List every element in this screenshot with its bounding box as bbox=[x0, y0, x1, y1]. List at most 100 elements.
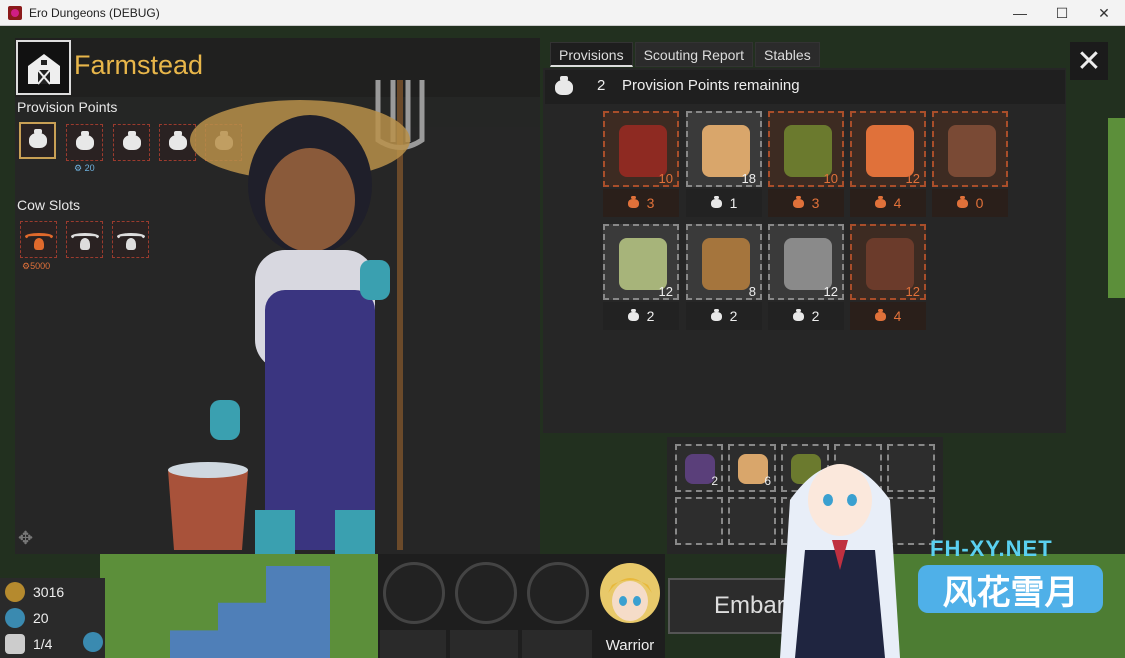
item-cost: 4 bbox=[850, 302, 926, 330]
mana-row: 20 bbox=[5, 608, 49, 628]
provision-item-jar[interactable]: 12 2 bbox=[603, 224, 679, 330]
provision-slot[interactable] bbox=[113, 124, 150, 161]
close-panel-button[interactable]: ✕ bbox=[1070, 42, 1108, 80]
milk-can-icon bbox=[948, 125, 996, 177]
sack-icon bbox=[792, 308, 804, 321]
provision-item-herbs[interactable]: 10 3 bbox=[768, 111, 844, 217]
minimize-button[interactable]: — bbox=[999, 0, 1041, 26]
sack-icon bbox=[28, 129, 47, 148]
watermark-character bbox=[780, 464, 900, 658]
item-cost: 2 bbox=[768, 302, 844, 330]
gold-icon bbox=[5, 582, 25, 602]
item-frame: 12 bbox=[603, 224, 679, 300]
barn-icon bbox=[16, 40, 71, 95]
sack-icon bbox=[874, 195, 886, 208]
item-cost: 3 bbox=[768, 189, 844, 217]
provision-item-frost-flask[interactable]: 12 4 bbox=[850, 224, 926, 330]
item-cost-value: 4 bbox=[893, 308, 902, 324]
shield-icon bbox=[5, 634, 25, 654]
inventory-count: 2 bbox=[711, 474, 718, 488]
cow-slot[interactable] bbox=[112, 221, 149, 258]
watermark-brand: 风花雪月 bbox=[918, 565, 1103, 613]
inventory-slot[interactable] bbox=[675, 497, 723, 545]
party-slot-empty[interactable] bbox=[455, 562, 517, 624]
sack-icon bbox=[122, 131, 141, 150]
party-slot-empty[interactable] bbox=[527, 562, 589, 624]
item-frame: 12 bbox=[850, 111, 926, 187]
item-count: 10 bbox=[823, 171, 838, 186]
provision-item-fire-flask[interactable]: 12 4 bbox=[850, 111, 926, 217]
sack-icon bbox=[555, 75, 573, 95]
item-cost: 0 bbox=[932, 189, 1008, 217]
warrior-class-label: Warrior bbox=[605, 636, 655, 654]
sack-icon bbox=[956, 195, 968, 208]
item-count: 18 bbox=[741, 171, 756, 186]
tab-provisions[interactable]: Provisions bbox=[550, 42, 633, 67]
item-cost: 2 bbox=[686, 302, 762, 330]
item-cost-value: 2 bbox=[646, 308, 655, 324]
item-count: 12 bbox=[658, 284, 673, 299]
item-frame: 10 bbox=[603, 111, 679, 187]
cowbell-icon bbox=[24, 229, 53, 251]
item-cost-value: 2 bbox=[729, 308, 738, 324]
warrior-portrait[interactable] bbox=[600, 563, 660, 623]
cowbell-icon bbox=[70, 229, 99, 251]
window-title: Ero Dungeons (DEBUG) bbox=[29, 5, 160, 20]
party-slot-empty[interactable] bbox=[383, 562, 445, 624]
gold-row: 3016 bbox=[5, 582, 64, 602]
window-title-bar: Ero Dungeons (DEBUG) — ☐ ✕ bbox=[0, 0, 1125, 26]
tab-bar: Provisions Scouting Report Stables bbox=[550, 42, 820, 67]
item-cost-value: 3 bbox=[811, 195, 820, 211]
close-window-button[interactable]: ✕ bbox=[1083, 0, 1125, 26]
settings-icon[interactable] bbox=[83, 632, 103, 652]
provision-slot[interactable] bbox=[66, 124, 103, 161]
provision-item-bread[interactable]: 18 1 bbox=[686, 111, 762, 217]
app-icon bbox=[8, 5, 22, 20]
item-frame bbox=[932, 111, 1008, 187]
provision-item-milk-can[interactable]: 0 bbox=[932, 111, 1008, 217]
move-icon[interactable]: ✥ bbox=[18, 528, 42, 552]
provision-points-text: Provision Points remaining bbox=[622, 77, 800, 94]
red-potion-icon bbox=[619, 125, 667, 177]
item-cost-value: 1 bbox=[729, 195, 738, 211]
provision-upgrade-cost: ⚙ 20 bbox=[74, 163, 95, 173]
sack-icon bbox=[75, 131, 94, 150]
tab-stables[interactable]: Stables bbox=[755, 42, 820, 67]
item-count: 12 bbox=[905, 284, 920, 299]
mana-value: 20 bbox=[33, 610, 49, 626]
item-cost: 3 bbox=[603, 189, 679, 217]
herbs-icon bbox=[784, 125, 832, 177]
provision-item-red-potion[interactable]: 10 3 bbox=[603, 111, 679, 217]
bread-icon bbox=[702, 125, 750, 177]
cow-slot[interactable] bbox=[20, 221, 57, 258]
sack-icon bbox=[792, 195, 804, 208]
provision-points-remaining: 2 bbox=[597, 77, 606, 94]
provision-item-bandage[interactable]: 12 2 bbox=[768, 224, 844, 330]
tab-scouting-report[interactable]: Scouting Report bbox=[634, 42, 753, 67]
sack-icon bbox=[627, 308, 639, 321]
item-cost: 1 bbox=[686, 189, 762, 217]
maximize-button[interactable]: ☐ bbox=[1041, 0, 1083, 26]
item-count: 10 bbox=[658, 171, 673, 186]
close-icon: ✕ bbox=[1076, 44, 1102, 78]
provision-slot[interactable] bbox=[19, 122, 56, 159]
inventory-slot[interactable]: 2 bbox=[675, 444, 723, 492]
item-cost: 2 bbox=[603, 302, 679, 330]
cowbell-icon bbox=[116, 229, 145, 251]
fire-flask-icon bbox=[866, 125, 914, 177]
cow-slot[interactable] bbox=[66, 221, 103, 258]
item-frame: 8 bbox=[686, 224, 762, 300]
sack-icon bbox=[710, 308, 722, 321]
cow-slots-label: Cow Slots bbox=[17, 197, 81, 213]
item-frame: 10 bbox=[768, 111, 844, 187]
item-cost-value: 3 bbox=[646, 195, 655, 211]
party-slots-row: 1/4 bbox=[5, 634, 52, 654]
provision-item-rope[interactable]: 82 bbox=[686, 224, 762, 330]
item-frame: 18 bbox=[686, 111, 762, 187]
sack-icon bbox=[710, 195, 722, 208]
party-slots-value: 1/4 bbox=[33, 636, 53, 652]
item-count: 8 bbox=[748, 284, 756, 299]
item-cost: 4 bbox=[850, 189, 926, 217]
item-frame: 12 bbox=[850, 224, 926, 300]
item-cost-value: 0 bbox=[975, 195, 984, 211]
